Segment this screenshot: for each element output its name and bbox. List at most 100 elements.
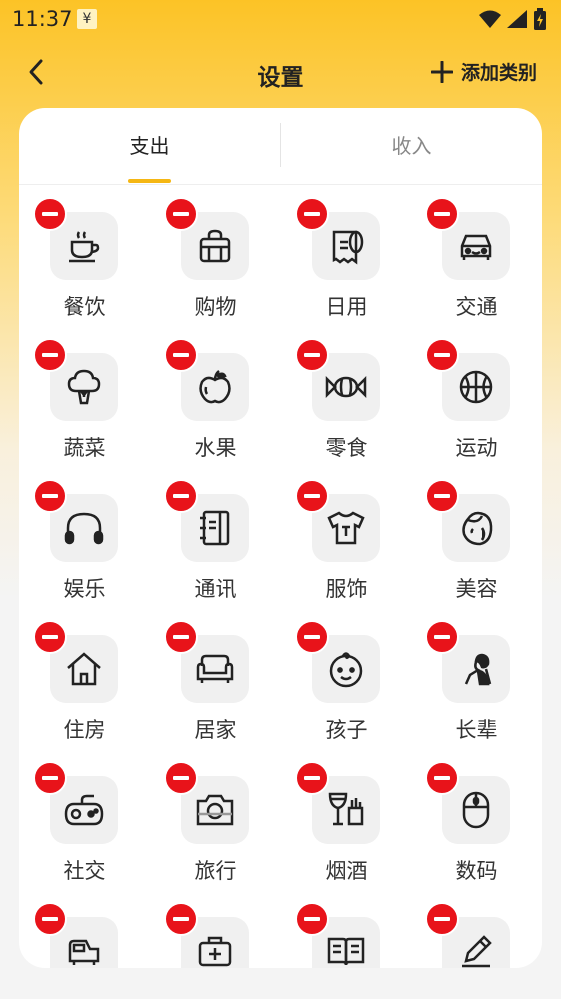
book-icon xyxy=(327,937,365,966)
category-item[interactable]: 零食 xyxy=(281,338,412,482)
category-item[interactable]: 通讯 xyxy=(150,479,281,623)
signal-icon xyxy=(507,10,527,28)
category-item[interactable]: 娱乐 xyxy=(19,479,150,623)
category-item[interactable]: 日用 xyxy=(281,197,412,341)
category-label: 蔬菜 xyxy=(63,436,106,460)
battery-icon xyxy=(534,8,546,30)
category-item[interactable]: 交通 xyxy=(411,197,542,341)
medical-kit-icon xyxy=(198,936,232,967)
delete-category-button[interactable] xyxy=(295,902,329,936)
delete-category-button[interactable] xyxy=(425,761,459,795)
tshirt-icon xyxy=(327,511,365,545)
delete-category-button[interactable] xyxy=(33,902,67,936)
house-icon xyxy=(67,652,101,686)
category-label: 长辈 xyxy=(455,718,498,742)
basketball-icon xyxy=(459,370,493,404)
headphones-icon xyxy=(64,512,104,545)
category-item[interactable]: 蔬菜 xyxy=(19,338,150,482)
notification-yen-icon: ¥ xyxy=(77,9,97,29)
category-item[interactable]: 烟酒 xyxy=(281,761,412,905)
delete-category-button[interactable] xyxy=(295,620,329,654)
category-label: 通讯 xyxy=(194,577,237,601)
category-label: 运动 xyxy=(455,436,498,460)
elder-icon xyxy=(464,653,492,686)
category-item[interactable]: 住房 xyxy=(19,620,150,764)
category-item[interactable] xyxy=(411,902,542,968)
plus-icon xyxy=(430,60,453,83)
category-label: 娱乐 xyxy=(63,577,106,601)
delete-category-button[interactable] xyxy=(33,338,67,372)
delete-category-button[interactable] xyxy=(164,902,198,936)
category-label: 购物 xyxy=(194,295,237,319)
category-label: 孩子 xyxy=(325,718,368,742)
delete-category-button[interactable] xyxy=(295,197,329,231)
delete-category-button[interactable] xyxy=(295,761,329,795)
delete-category-button[interactable] xyxy=(425,620,459,654)
candy-icon xyxy=(325,375,367,399)
category-label: 交通 xyxy=(455,295,498,319)
category-item[interactable]: 孩子 xyxy=(281,620,412,764)
delete-category-button[interactable] xyxy=(164,761,198,795)
category-item[interactable]: 服饰 xyxy=(281,479,412,623)
category-item[interactable]: 购物 xyxy=(150,197,281,341)
delete-category-button[interactable] xyxy=(164,338,198,372)
category-label: 社交 xyxy=(63,859,106,883)
system-icons xyxy=(479,6,547,32)
delete-category-button[interactable] xyxy=(295,338,329,372)
category-label: 餐饮 xyxy=(63,295,106,319)
delete-category-button[interactable] xyxy=(164,197,198,231)
category-item[interactable]: 居家 xyxy=(150,620,281,764)
beauty-face-icon xyxy=(462,511,493,546)
active-tab-indicator xyxy=(128,179,171,183)
category-card: 支出 收入 餐饮 购物 日用 交通 蔬菜 水果 零食 运动 娱乐 通讯 服饰 美… xyxy=(19,108,542,968)
mouse-icon xyxy=(462,791,490,829)
delete-category-button[interactable] xyxy=(425,197,459,231)
delete-category-button[interactable] xyxy=(295,479,329,513)
tab-bar: 支出 收入 xyxy=(19,108,542,185)
delete-category-button[interactable] xyxy=(425,902,459,936)
shopping-bag-icon xyxy=(199,229,231,263)
status-time: 11:37 xyxy=(12,7,73,31)
delete-category-button[interactable] xyxy=(164,479,198,513)
delete-category-button[interactable] xyxy=(164,620,198,654)
category-item[interactable]: 运动 xyxy=(411,338,542,482)
add-category-button[interactable]: 添加类别 xyxy=(430,58,537,85)
category-item[interactable] xyxy=(281,902,412,968)
coffee-cup-icon xyxy=(69,231,100,263)
category-label: 烟酒 xyxy=(325,859,368,883)
category-label: 旅行 xyxy=(194,859,237,883)
category-item[interactable]: 社交 xyxy=(19,761,150,905)
category-item[interactable]: 数码 xyxy=(411,761,542,905)
vehicle-icon xyxy=(68,939,100,965)
category-item[interactable]: 旅行 xyxy=(150,761,281,905)
category-label: 水果 xyxy=(194,436,237,460)
add-category-label: 添加类别 xyxy=(460,62,537,84)
delete-category-button[interactable] xyxy=(33,761,67,795)
tab-income[interactable]: 收入 xyxy=(281,108,542,184)
category-label: 美容 xyxy=(455,577,498,601)
delete-category-button[interactable] xyxy=(425,479,459,513)
delete-category-button[interactable] xyxy=(425,338,459,372)
category-item[interactable] xyxy=(19,902,150,968)
pencil-icon xyxy=(462,935,492,968)
wifi-icon xyxy=(479,10,501,28)
tissue-roll-icon xyxy=(332,230,364,265)
apple-icon xyxy=(199,370,231,404)
delete-category-button[interactable] xyxy=(33,479,67,513)
delete-category-button[interactable] xyxy=(33,197,67,231)
category-item[interactable] xyxy=(150,902,281,968)
delete-category-button[interactable] xyxy=(33,620,67,654)
sofa-icon xyxy=(196,654,234,683)
category-item[interactable]: 水果 xyxy=(150,338,281,482)
category-item[interactable]: 餐饮 xyxy=(19,197,150,341)
wine-cigarette-icon xyxy=(328,792,364,826)
status-bar: 11:37 ¥ xyxy=(0,0,561,40)
tab-expense[interactable]: 支出 xyxy=(19,108,280,184)
header-bar: 设置 添加类别 xyxy=(0,46,561,102)
car-icon xyxy=(460,234,492,260)
baby-face-icon xyxy=(329,652,363,688)
category-item[interactable]: 长辈 xyxy=(411,620,542,764)
category-item[interactable]: 美容 xyxy=(411,479,542,623)
gamepad-icon xyxy=(64,794,104,826)
category-label: 住房 xyxy=(63,718,106,742)
